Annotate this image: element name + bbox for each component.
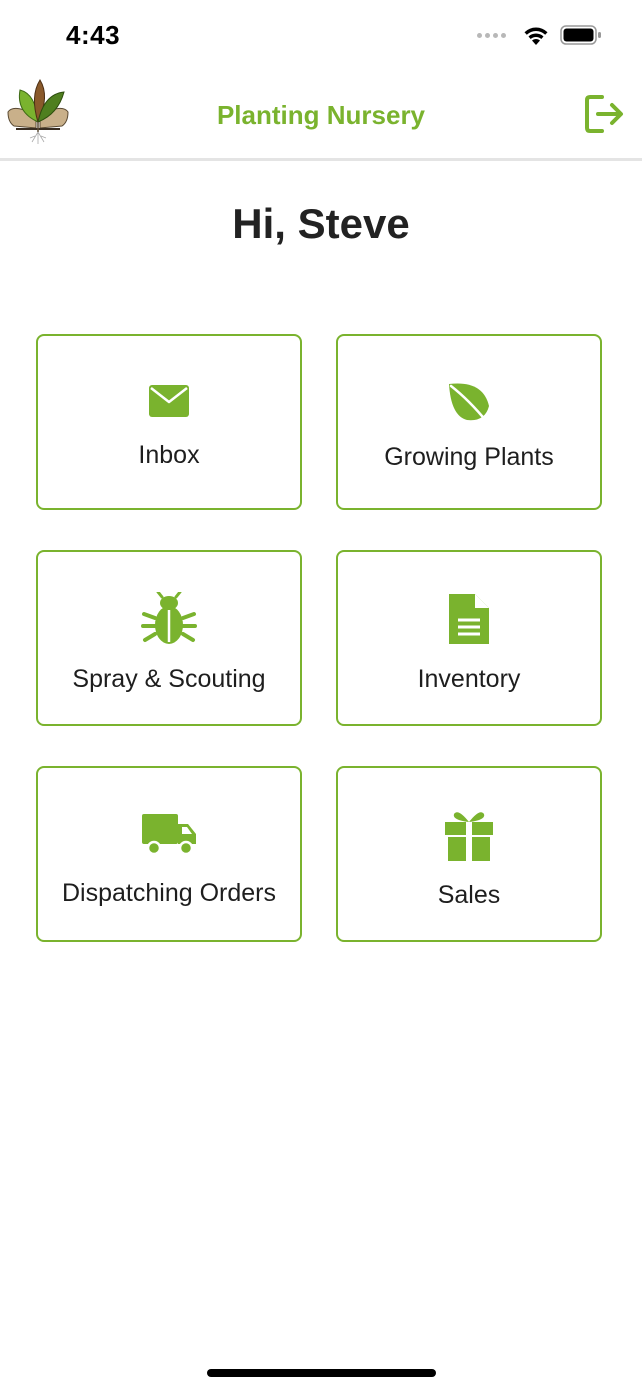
wifi-icon bbox=[524, 27, 548, 45]
tile-label: Growing Plants bbox=[384, 443, 554, 471]
tile-label: Sales bbox=[437, 881, 501, 909]
tile-sales[interactable]: Sales bbox=[336, 766, 602, 942]
status-bar: 4:43 bbox=[0, 0, 642, 72]
battery-icon bbox=[560, 25, 601, 45]
home-indicator[interactable] bbox=[207, 1369, 436, 1377]
status-icons bbox=[477, 24, 602, 46]
tile-label: Spray & Scouting bbox=[72, 665, 266, 693]
tile-inventory[interactable]: Inventory bbox=[336, 550, 602, 726]
tile-spray-scouting[interactable]: Spray & Scouting bbox=[36, 550, 302, 726]
logout-icon[interactable] bbox=[584, 94, 626, 134]
greeting: Hi, Steve bbox=[232, 200, 410, 247]
document-icon bbox=[338, 592, 600, 646]
tile-label: Inventory bbox=[417, 665, 521, 693]
app-title: Planting Nursery bbox=[216, 100, 426, 130]
tile-dispatching-orders[interactable]: Dispatching Orders bbox=[36, 766, 302, 942]
bug-icon bbox=[38, 592, 300, 648]
nav-bar: Planting Nursery bbox=[0, 72, 642, 161]
tile-label: Inbox bbox=[138, 441, 200, 469]
status-time: 4:43 bbox=[66, 20, 121, 50]
truck-icon bbox=[38, 812, 300, 856]
tile-label: Dispatching Orders bbox=[62, 879, 276, 907]
tile-inbox[interactable]: Inbox bbox=[36, 334, 302, 510]
leaf-icon bbox=[338, 380, 600, 424]
gift-icon bbox=[338, 808, 600, 862]
envelope-icon bbox=[38, 384, 300, 418]
tile-growing-plants[interactable]: Growing Plants bbox=[336, 334, 602, 510]
cellular-dots-icon bbox=[477, 32, 506, 38]
